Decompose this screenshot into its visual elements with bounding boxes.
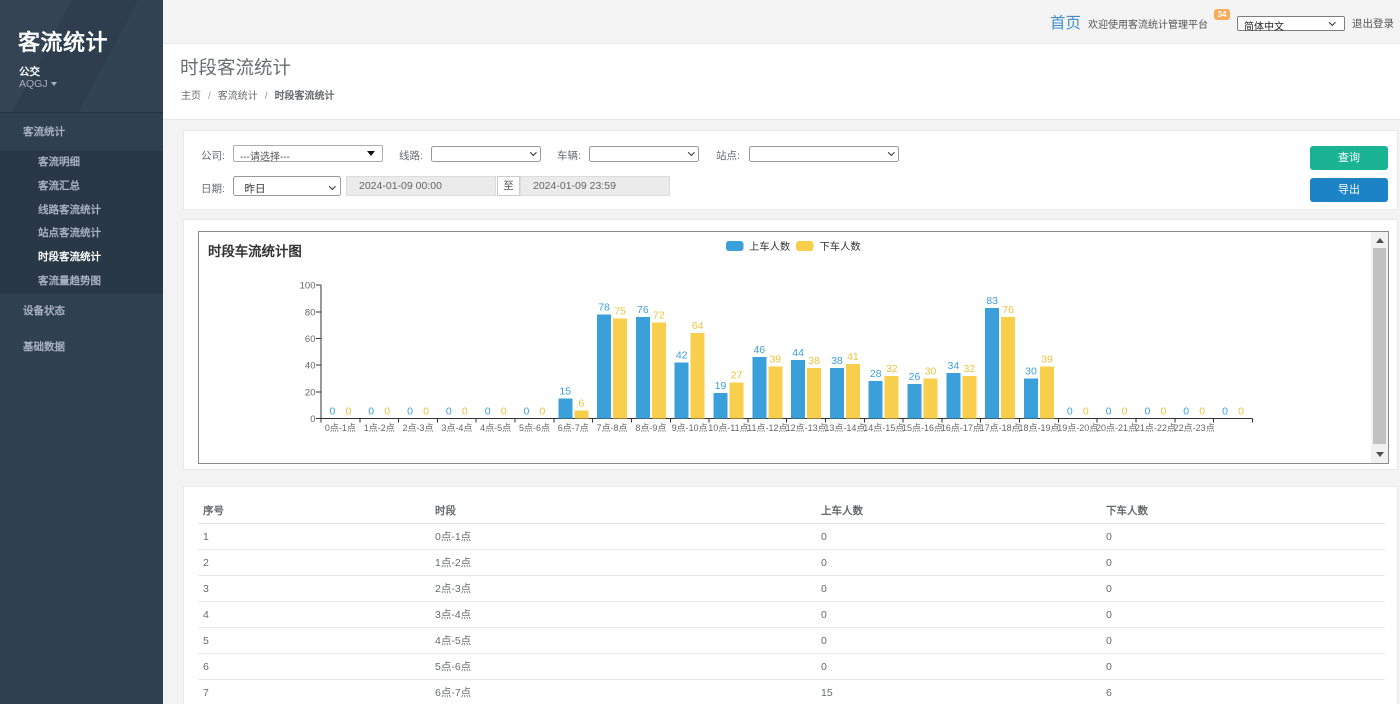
svg-text:0: 0 (1067, 406, 1073, 418)
svg-text:76: 76 (637, 304, 649, 316)
svg-text:0: 0 (1222, 406, 1228, 418)
svg-text:38: 38 (808, 355, 820, 367)
svg-text:4点-5点: 4点-5点 (480, 423, 511, 433)
svg-text:0: 0 (462, 406, 468, 418)
svg-text:18点-19点: 18点-19点 (1018, 423, 1059, 433)
svg-text:0: 0 (423, 406, 429, 418)
svg-text:0: 0 (524, 406, 530, 418)
svg-text:38: 38 (831, 355, 843, 367)
svg-text:0: 0 (1183, 406, 1189, 418)
svg-text:21点-22点: 21点-22点 (1135, 423, 1176, 433)
svg-text:上车人数: 上车人数 (749, 240, 790, 253)
svg-text:80: 80 (305, 307, 316, 318)
svg-text:0: 0 (1106, 406, 1112, 418)
svg-text:34: 34 (947, 360, 959, 372)
svg-text:39: 39 (769, 353, 781, 365)
svg-text:76: 76 (1002, 304, 1014, 316)
svg-text:15点-16点: 15点-16点 (902, 423, 943, 433)
svg-text:7点-8点: 7点-8点 (597, 423, 628, 433)
svg-text:32: 32 (963, 363, 975, 375)
svg-text:0点-1点: 0点-1点 (325, 423, 356, 433)
svg-text:44: 44 (792, 347, 804, 359)
svg-text:0: 0 (540, 406, 546, 418)
svg-text:0: 0 (407, 406, 413, 418)
svg-text:0: 0 (446, 406, 452, 418)
svg-text:10点-11点: 10点-11点 (708, 423, 748, 433)
svg-text:14点-15点: 14点-15点 (863, 423, 904, 433)
svg-text:64: 64 (692, 320, 704, 332)
svg-text:0: 0 (368, 406, 374, 418)
svg-text:下车人数: 下车人数 (820, 240, 861, 253)
svg-text:75: 75 (614, 305, 626, 317)
svg-text:19: 19 (715, 380, 727, 392)
svg-text:11点-12点: 11点-12点 (747, 423, 787, 433)
svg-text:19点-20点: 19点-20点 (1057, 423, 1098, 433)
svg-text:72: 72 (653, 309, 665, 321)
svg-text:0: 0 (1238, 406, 1244, 418)
svg-text:0: 0 (1199, 406, 1205, 418)
svg-text:2点-3点: 2点-3点 (403, 423, 434, 433)
svg-text:0: 0 (329, 406, 335, 418)
svg-text:3点-4点: 3点-4点 (441, 423, 472, 433)
svg-text:0: 0 (501, 406, 507, 418)
svg-text:0: 0 (310, 414, 315, 425)
svg-text:6点-7点: 6点-7点 (558, 423, 589, 433)
svg-text:28: 28 (870, 368, 882, 380)
svg-text:100: 100 (300, 281, 316, 292)
svg-text:9点-10点: 9点-10点 (672, 423, 708, 433)
svg-text:6: 6 (578, 397, 584, 409)
svg-text:13点-14点: 13点-14点 (824, 423, 865, 433)
svg-text:41: 41 (847, 351, 859, 363)
svg-text:15: 15 (559, 385, 571, 397)
svg-text:0: 0 (345, 406, 351, 418)
svg-text:17点-18点: 17点-18点 (980, 423, 1021, 433)
svg-text:时段车流统计图: 时段车流统计图 (208, 243, 302, 259)
svg-text:30: 30 (1025, 365, 1037, 377)
svg-text:0: 0 (1122, 406, 1128, 418)
svg-text:0: 0 (1160, 406, 1166, 418)
svg-text:78: 78 (598, 301, 610, 313)
svg-text:27: 27 (731, 369, 743, 381)
svg-text:8点-9点: 8点-9点 (635, 423, 666, 433)
svg-text:0: 0 (384, 406, 390, 418)
svg-text:20点-21点: 20点-21点 (1096, 423, 1137, 433)
svg-text:30: 30 (925, 365, 937, 377)
svg-text:20: 20 (305, 387, 316, 398)
svg-text:39: 39 (1041, 353, 1053, 365)
svg-text:0: 0 (485, 406, 491, 418)
svg-text:22点-23点: 22点-23点 (1174, 423, 1215, 433)
svg-text:0: 0 (1083, 406, 1089, 418)
svg-text:83: 83 (986, 295, 998, 307)
svg-text:40: 40 (305, 361, 316, 372)
svg-text:32: 32 (886, 363, 898, 375)
svg-text:60: 60 (305, 334, 316, 345)
svg-text:5点-6点: 5点-6点 (519, 423, 550, 433)
svg-text:1点-2点: 1点-2点 (364, 423, 395, 433)
svg-text:0: 0 (1144, 406, 1150, 418)
svg-text:46: 46 (753, 344, 765, 356)
svg-text:42: 42 (676, 349, 688, 361)
svg-text:26: 26 (909, 371, 921, 383)
svg-text:12点-13点: 12点-13点 (786, 423, 827, 433)
svg-text:16点-17点: 16点-17点 (941, 423, 982, 433)
